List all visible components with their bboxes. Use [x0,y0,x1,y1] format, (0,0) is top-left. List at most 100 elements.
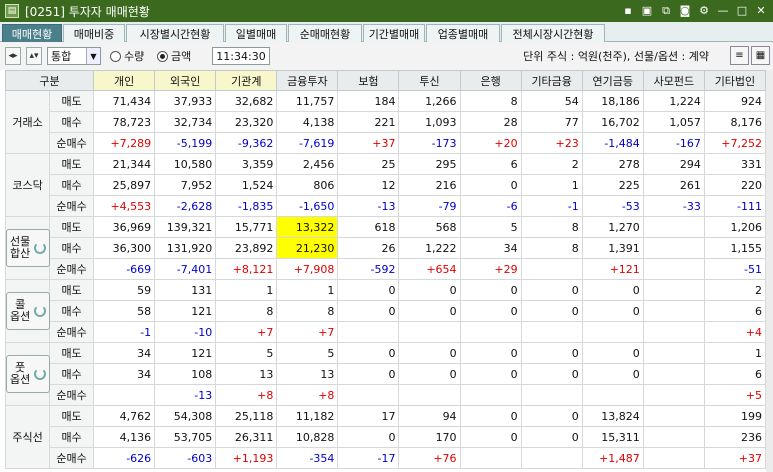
header-insurance[interactable]: 보험 [337,70,400,91]
table-cell: 54,308 [154,405,217,427]
table-cell: +654 [398,258,461,280]
table-cell: 6 [459,153,522,175]
group-label[interactable]: 풋 옵션 [4,342,51,406]
tab-sector[interactable]: 업종별매매 [426,24,500,42]
table-row: 매수 78,723 32,734 23,320 4,138 221 1,093 28 77 16,… [6,111,767,133]
table-cell: +37 [337,132,400,154]
table-cell: 1,524 [215,174,278,196]
table-cell: 13 [276,363,339,385]
table-icon[interactable]: ▦ [751,46,770,65]
table-cell: 0 [398,300,461,322]
table-cell [642,363,705,385]
tab-trading-status[interactable]: 매매현황 [2,24,62,42]
table-cell: 34 [93,363,156,385]
prev-next-icon[interactable]: ◂▸ [5,47,21,65]
table-cell: 0 [398,342,461,364]
table-cell: 0 [337,300,400,322]
group-toggle-button[interactable]: 풋 옵션 [6,355,50,393]
tab-trading-ratio[interactable]: 매매비중 [63,24,125,42]
table-cell: 36,969 [93,216,156,238]
table-cell: 0 [459,363,522,385]
header-foreign[interactable]: 외국인 [154,70,217,91]
tab-period[interactable]: 기간별매매 [363,24,425,42]
header-private-fund[interactable]: 사모펀드 [642,70,705,91]
camera-icon[interactable]: ◙ [677,2,693,19]
header-pension[interactable]: 연기금등 [581,70,644,91]
tab-market-time[interactable]: 시장별시간현황 [126,24,224,42]
table-cell: +29 [459,258,522,280]
time-field[interactable]: 11:34:30 [212,47,270,65]
table-cell [459,321,522,343]
header-financial-invest[interactable]: 금융투자 [276,70,339,91]
table-cell: 36,300 [93,237,156,259]
group-toggle-label: 선물 합산 [10,235,31,260]
table-cell: +7,252 [703,132,767,154]
header-other-corp[interactable]: 기타법인 [703,70,767,91]
table-cell [642,216,705,238]
pin-icon[interactable]: ▪ [620,2,636,19]
table-cell: +1,487 [581,447,644,469]
minimize-icon[interactable]: — [715,2,731,19]
table-cell: 8 [276,300,339,322]
table-cell: +7,908 [276,258,339,280]
table-cell: 59 [93,279,156,301]
radio-amount[interactable]: 금액 [157,47,191,65]
close-icon[interactable]: ✕ [753,2,769,19]
table-cell: 108 [154,363,217,385]
radio-quantity-label: 수량 [124,50,145,63]
table-cell: -2,628 [154,195,217,217]
tab-daily[interactable]: 일별매매 [225,24,287,42]
table-cell: 1 [215,279,278,301]
chevron-down-icon[interactable]: ▼ [86,48,100,64]
maximize-icon[interactable]: □ [734,2,750,19]
group-toggle-button[interactable]: 선물 합산 [6,229,50,267]
vertical-scrollbar[interactable] [766,70,773,472]
row-type-label: 매수 [49,237,95,259]
table-cell: 7,952 [154,174,217,196]
table-cell [642,258,705,280]
group-toggle-label: 풋 옵션 [10,361,31,386]
window-icon[interactable]: ▣ [639,2,655,19]
table-cell: 5 [276,342,339,364]
table-cell: 0 [520,300,583,322]
up-down-icon[interactable]: ▴▾ [26,47,42,65]
header-other-financial[interactable]: 기타금융 [520,70,583,91]
gear-icon[interactable]: ⚙ [696,2,712,19]
table-cell: 32,734 [154,111,217,133]
table-cell: 10,580 [154,153,217,175]
unit-text: 단위 주식 : 억원(천주), 선물/옵션 : 계약 [523,50,709,63]
header-bank[interactable]: 은행 [459,70,522,91]
table-cell: 131 [154,279,217,301]
copy-icon[interactable]: ⧉ [658,2,674,19]
table-cell: 34 [459,237,522,259]
table-cell [581,384,644,406]
group-label[interactable]: 선물 합산 [4,216,51,280]
header-institution[interactable]: 기관계 [215,70,278,91]
table-cell: 15,311 [581,426,644,448]
table-cell: 32,682 [215,90,278,112]
radio-quantity[interactable]: 수량 [110,47,144,65]
table-cell [642,426,705,448]
market-select[interactable]: 통합 ▼ [47,47,101,65]
group-label[interactable]: 콜 옵션 [4,279,51,343]
table-cell: 220 [703,174,767,196]
table-cell: 8,176 [703,111,767,133]
radio-quantity-dot[interactable] [110,50,121,62]
table-cell [581,321,644,343]
table-row: 콜 옵션 매도 59 131 1 1 0 0 0 0 0 2 [4,279,767,343]
toolbar: ◂▸ ▴▾ 통합 ▼ 수량 금액 11:34:30 단위 주식 : 억원(천주)… [0,42,773,70]
tab-net-trading[interactable]: 순매매현황 [288,24,362,42]
table-cell: 1,093 [398,111,461,133]
table-cell: 2 [703,279,767,301]
table-cell: 13,322 [276,216,339,238]
list-icon[interactable]: ≡ [730,46,749,65]
table-cell: 1,266 [398,90,461,112]
radio-amount-dot[interactable] [157,50,168,62]
header-investment-trust[interactable]: 투신 [398,70,461,91]
table-cell: 8 [215,300,278,322]
table-cell: +4 [703,321,767,343]
tab-all-market-time[interactable]: 전체시장시간현황 [501,24,605,42]
table-row: 주식선 매도 4,762 54,308 25,118 11,182 17 94 0 0 13,824… [4,405,767,469]
group-toggle-button[interactable]: 콜 옵션 [6,292,50,330]
header-individual[interactable]: 개인 [93,70,156,91]
